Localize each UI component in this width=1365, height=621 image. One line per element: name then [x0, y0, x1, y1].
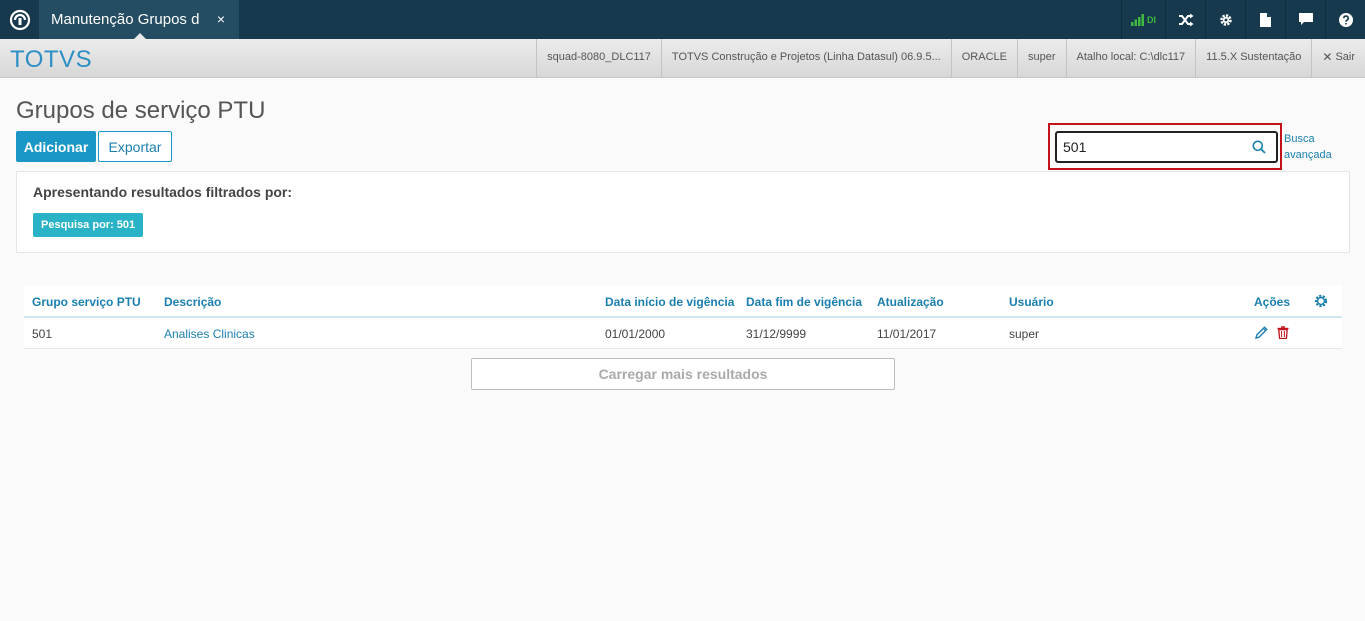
help-icon[interactable] [1325, 0, 1365, 39]
column-settings-gear-icon[interactable] [1314, 294, 1328, 308]
info-shortcut[interactable]: Atalho local: C:\dlc117 [1065, 39, 1196, 78]
advanced-search-line2: avançada [1284, 149, 1332, 161]
header-fim[interactable]: Data fim de vigência [746, 295, 862, 309]
info-server[interactable]: squad-8080_DLC117 [536, 39, 661, 78]
signal-label: DI [1147, 14, 1156, 25]
export-button[interactable]: Exportar [98, 131, 172, 162]
header-descricao[interactable]: Descrição [164, 295, 221, 309]
header-atualizacao[interactable]: Atualização [877, 295, 944, 309]
close-icon: ✕ [1322, 49, 1333, 64]
info-version[interactable]: 11.5.X Sustentação [1195, 39, 1311, 78]
brand-bar: TOTVS squad-8080_DLC117 TOTVS Construção… [0, 39, 1365, 78]
info-product[interactable]: TOTVS Construção e Projetos (Linha Datas… [660, 39, 951, 78]
cell-usuario: super [1009, 327, 1040, 341]
chat-icon[interactable] [1285, 0, 1325, 39]
info-user[interactable]: super [1017, 39, 1066, 78]
header-grupo[interactable]: Grupo serviço PTU [32, 295, 141, 309]
filter-tag[interactable]: Pesquisa por: 501 [33, 213, 144, 237]
delete-trash-icon[interactable] [1277, 326, 1289, 339]
cell-descricao-link[interactable]: Analises Clinicas [164, 327, 255, 341]
shuffle-icon[interactable] [1165, 0, 1205, 39]
page-title: Grupos de serviço PTU [16, 97, 266, 124]
header-inicio[interactable]: Data início de vigência [605, 295, 734, 309]
signal-icon[interactable]: DI [1121, 0, 1165, 39]
cell-grupo: 501 [32, 327, 53, 341]
top-bar: Manutenção Grupos d × DI [0, 0, 1365, 40]
logout-label: Sair [1335, 50, 1355, 63]
advanced-search-line1: Busca [1284, 133, 1315, 145]
cell-atualizacao: 11/01/2017 [877, 327, 937, 341]
advanced-search-link[interactable]: Busca avançada [1284, 131, 1332, 163]
header-usuario[interactable]: Usuário [1009, 295, 1054, 309]
search-icon[interactable] [1252, 140, 1266, 154]
search-box [1055, 131, 1278, 163]
edit-pencil-icon[interactable] [1255, 326, 1268, 339]
brand-logo: TOTVS [10, 46, 93, 73]
results-table: Grupo serviço PTU Descrição Data início … [24, 285, 1342, 349]
logout-button[interactable]: ✕ Sair [1311, 39, 1365, 78]
add-button[interactable]: Adicionar [16, 131, 96, 162]
cell-inicio: 01/01/2000 [605, 327, 666, 341]
tab-close-icon[interactable]: × [217, 11, 225, 27]
header-acoes: Ações [1254, 295, 1291, 309]
gear-icon[interactable] [1205, 0, 1245, 39]
document-icon[interactable] [1245, 0, 1285, 39]
filter-panel: Apresentando resultados filtrados por: P… [16, 171, 1350, 253]
search-input[interactable] [1057, 139, 1237, 155]
totvs-logo-icon[interactable] [0, 0, 39, 39]
table-header: Grupo serviço PTU Descrição Data início … [24, 285, 1342, 318]
info-database[interactable]: ORACLE [950, 39, 1017, 78]
filter-title: Apresentando resultados filtrados por: [33, 184, 293, 200]
cell-fim: 31/12/9999 [746, 327, 807, 341]
load-more-button[interactable]: Carregar mais resultados [471, 358, 895, 390]
table-row: 501 Analises Clinicas 01/01/2000 31/12/9… [24, 318, 1342, 349]
tab-manutencao-grupos[interactable]: Manutenção Grupos d × [39, 0, 239, 40]
tab-label: Manutenção Grupos d [51, 11, 200, 28]
